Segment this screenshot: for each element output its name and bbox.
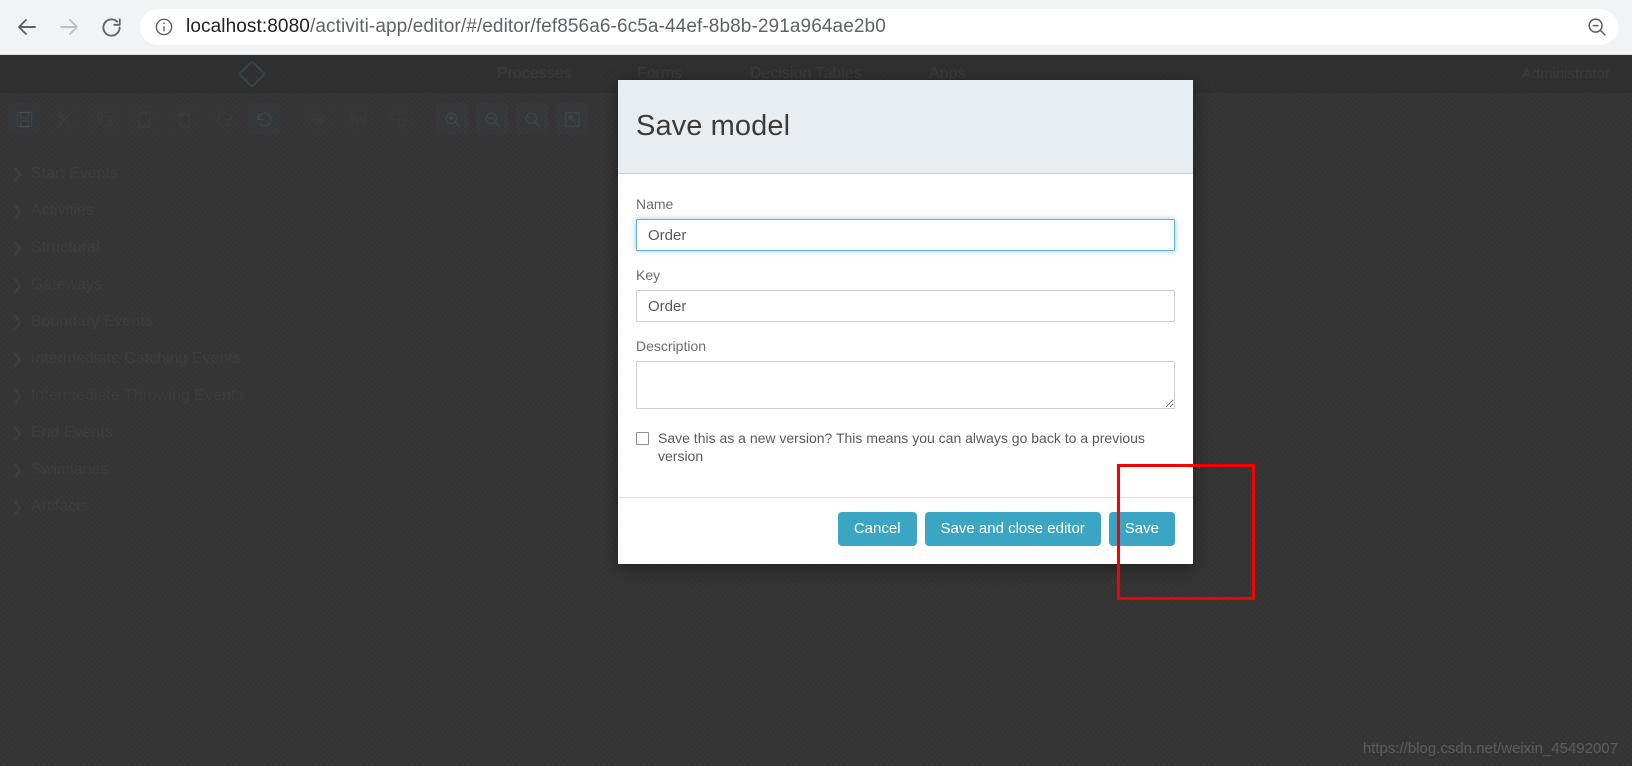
reload-button[interactable]: [90, 6, 132, 48]
arrow-right-icon: [57, 15, 81, 39]
address-bar[interactable]: localhost:8080/activiti-app/editor/#/edi…: [140, 9, 1618, 45]
key-field-group: Key: [636, 267, 1175, 322]
save-model-dialog: Save model Name Key Description Save thi…: [618, 80, 1193, 564]
description-label: Description: [636, 338, 707, 354]
cancel-button[interactable]: Cancel: [837, 512, 917, 546]
arrow-left-icon: [15, 15, 39, 39]
forward-button[interactable]: [48, 6, 90, 48]
back-button[interactable]: [6, 6, 48, 48]
browser-toolbar: localhost:8080/activiti-app/editor/#/edi…: [0, 0, 1632, 55]
address-bar-url: localhost:8080/activiti-app/editor/#/edi…: [186, 16, 886, 38]
site-info-icon[interactable]: [154, 17, 174, 37]
new-version-checkbox-row[interactable]: Save this as a new version? This means y…: [636, 430, 1175, 465]
name-field-group: Name: [636, 196, 1175, 251]
dialog-header: Save model: [618, 80, 1193, 174]
browser-nav-buttons: [0, 6, 132, 48]
dialog-footer: Cancel Save and close editor Save: [618, 497, 1193, 564]
save-button[interactable]: Save: [1108, 512, 1175, 546]
dialog-body: Name Key Description Save this as a new …: [618, 174, 1193, 475]
name-input[interactable]: [636, 219, 1175, 251]
zoom-out-icon[interactable]: [1586, 16, 1608, 38]
new-version-checkbox[interactable]: [636, 432, 649, 445]
reload-icon: [100, 16, 123, 39]
name-label: Name: [636, 196, 674, 212]
dialog-title: Save model: [636, 110, 791, 142]
description-field-group: Description: [636, 338, 1175, 414]
key-label: Key: [636, 267, 661, 283]
screenshot-root: localhost:8080/activiti-app/editor/#/edi…: [0, 0, 1632, 766]
key-input[interactable]: [636, 290, 1175, 322]
save-and-close-editor-button[interactable]: Save and close editor: [924, 512, 1101, 546]
new-version-label: Save this as a new version? This means y…: [658, 430, 1145, 464]
address-bar-host: localhost:8080: [186, 16, 310, 37]
address-bar-path: /activiti-app/editor/#/editor/fef856a6-6…: [309, 16, 886, 37]
description-textarea[interactable]: [636, 361, 1175, 409]
